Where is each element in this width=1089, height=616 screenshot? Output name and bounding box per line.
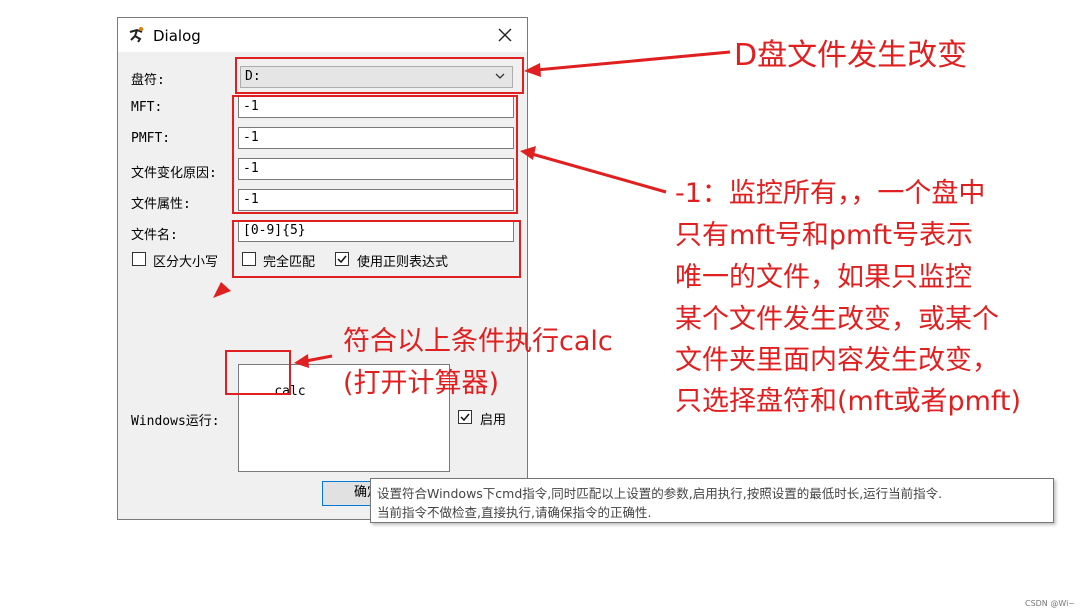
annotation-minus-one-6: 只选择盘符和(mft或者pmft) xyxy=(675,386,1022,417)
annotation-minus-one-1: -1：监控所有，，一个盘中 xyxy=(675,178,986,209)
annotation-calc-1: 符合以上条件执行calc xyxy=(343,326,613,357)
watermark: CSDN @Wi~ xyxy=(1024,599,1075,608)
annotation-drive: D盘文件发生改变 xyxy=(734,38,968,73)
arrow-drive xyxy=(524,50,731,77)
annotation-minus-one-5: 文件夹里面内容发生改变， xyxy=(675,345,999,376)
annotation-calc-2: (打开计算器) xyxy=(343,368,500,399)
arrow-fields xyxy=(520,146,667,194)
annotation-minus-one-3: 唯一的文件，如果只监控 xyxy=(675,262,972,293)
arrow-calc xyxy=(294,354,333,368)
arrow-options xyxy=(213,282,231,298)
annotation-minus-one-4: 某个文件发生改变，或某个 xyxy=(675,304,999,335)
annotation-minus-one-2: 只有mft号和pmft号表示 xyxy=(675,220,973,251)
